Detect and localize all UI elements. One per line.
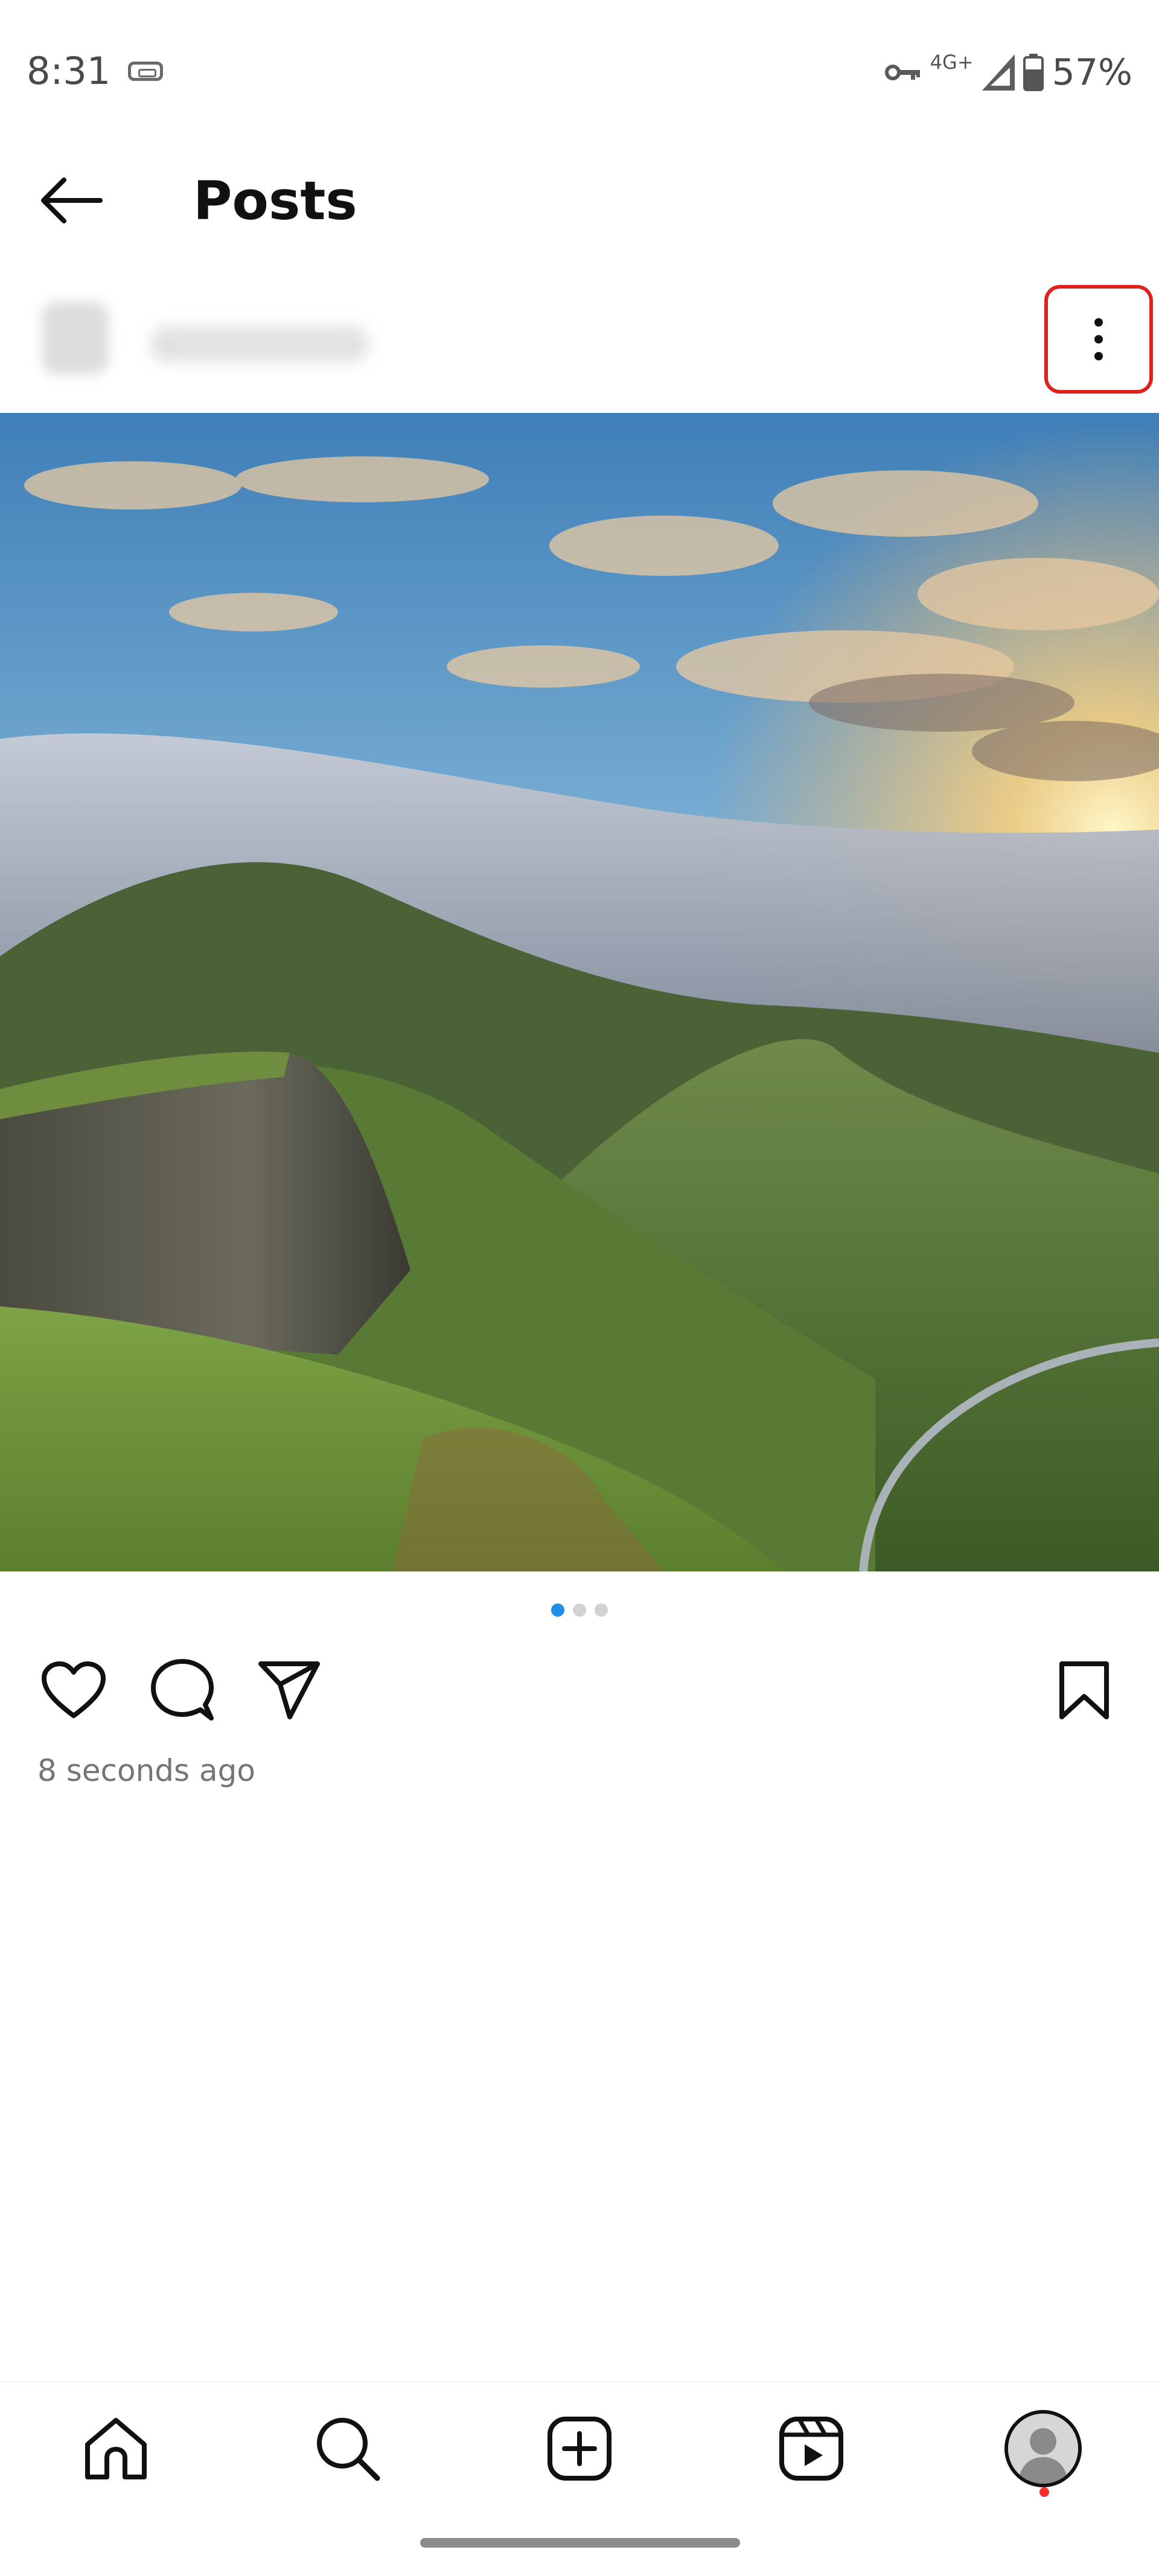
carousel-dot (573, 1603, 586, 1617)
more-vertical-icon (1094, 318, 1103, 327)
comment-icon (151, 1659, 214, 1721)
carousel-dot (595, 1603, 608, 1617)
battery-percent: 57% (1052, 51, 1132, 94)
more-options-button[interactable] (1044, 285, 1153, 394)
screen-record-icon (128, 62, 163, 81)
page-title: Posts (193, 170, 357, 232)
network-type: 4G+ (930, 51, 974, 74)
post-author-avatar[interactable] (42, 302, 109, 374)
profile-avatar (1004, 2410, 1082, 2487)
bookmark-icon (1059, 1661, 1109, 1719)
signal-icon (982, 54, 1015, 91)
post-image[interactable] (0, 413, 1159, 1571)
post-author-username[interactable] (151, 326, 368, 362)
vpn-key-icon (884, 65, 920, 80)
nav-reels[interactable] (769, 2406, 854, 2491)
carousel-indicator (0, 1603, 1159, 1617)
battery-icon (1023, 54, 1044, 91)
carousel-dot-active (551, 1603, 564, 1617)
arrow-left-icon (41, 177, 103, 223)
save-button[interactable] (1048, 1654, 1120, 1727)
nav-search[interactable] (305, 2406, 390, 2491)
default-avatar-icon (1008, 2414, 1078, 2484)
share-icon (258, 1661, 320, 1719)
post-timestamp: 8 seconds ago (37, 1753, 255, 1788)
nav-create[interactable] (537, 2406, 622, 2491)
search-icon (317, 2418, 380, 2481)
home-icon (85, 2418, 147, 2479)
status-icons: 4G+ 57% (884, 42, 1132, 103)
nav-home[interactable] (74, 2406, 158, 2491)
heart-icon (42, 1661, 106, 1718)
back-button[interactable] (37, 170, 110, 231)
comment-button[interactable] (146, 1654, 219, 1727)
reels-icon (779, 2417, 843, 2481)
nav-profile[interactable] (1001, 2406, 1085, 2491)
create-icon (548, 2417, 611, 2481)
home-indicator[interactable] (420, 2538, 740, 2548)
notification-dot (1039, 2487, 1049, 2497)
share-button[interactable] (254, 1654, 326, 1727)
status-time: 8:31 (27, 49, 111, 93)
like-button[interactable] (37, 1654, 110, 1727)
